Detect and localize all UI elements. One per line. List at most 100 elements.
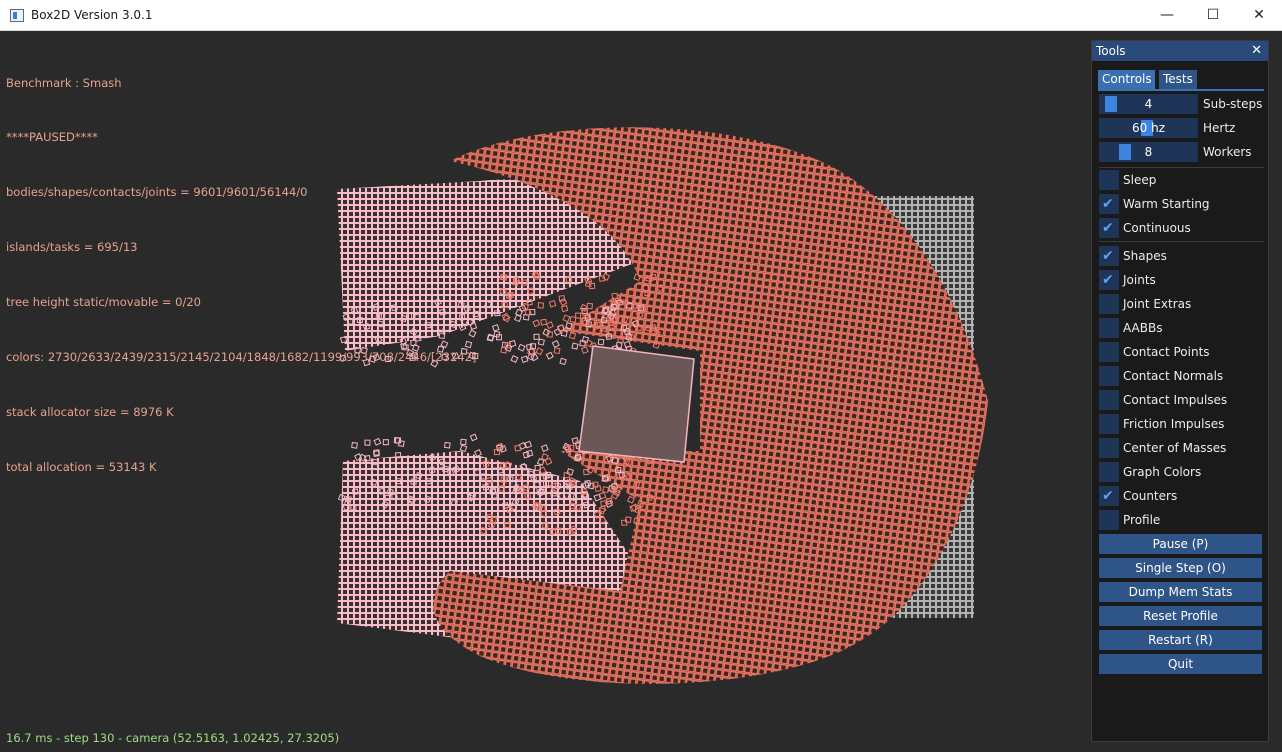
slider-value: 8: [1144, 145, 1153, 159]
debris-box: [630, 503, 639, 512]
debris-box: [559, 297, 568, 306]
checkbox-label: Friction Impulses: [1123, 417, 1225, 431]
checkbox-warm-starting[interactable]: ✔: [1099, 194, 1119, 214]
checkbox-label: Profile: [1123, 513, 1161, 527]
checkbox-friction-impulses[interactable]: [1099, 414, 1119, 434]
debris-box: [525, 449, 534, 457]
minimize-button[interactable]: —: [1144, 0, 1190, 31]
debris-box: [520, 355, 529, 364]
debris-box: [610, 491, 619, 500]
checkbox-label: Shapes: [1123, 249, 1167, 263]
separator: [1099, 241, 1264, 242]
stats-line: tree height static/movable = 0/20: [6, 295, 201, 310]
debris-box: [537, 302, 545, 309]
checkbox-label: AABBs: [1123, 321, 1163, 335]
debris-box: [521, 302, 530, 311]
checkbox-shapes[interactable]: ✔: [1099, 246, 1119, 266]
checkbox-joints[interactable]: ✔: [1099, 270, 1119, 290]
debris-box: [561, 304, 569, 313]
checkbox-center-of-masses[interactable]: [1099, 438, 1119, 458]
check-icon: ✔: [1102, 488, 1114, 504]
substeps-slider[interactable]: 4: [1099, 94, 1198, 114]
title-bar: Box2D Version 3.0.1 — ☐ ✕: [0, 0, 1282, 31]
debris-box: [586, 302, 594, 310]
debris-box: [598, 491, 607, 500]
debris-box: [524, 440, 533, 449]
hertz-slider[interactable]: 60 hz: [1099, 118, 1198, 138]
checkbox-label: Joints: [1123, 273, 1156, 287]
debris-box: [575, 312, 582, 319]
checkbox-label: Contact Impulses: [1123, 393, 1228, 407]
single-step-o-button[interactable]: Single Step (O): [1099, 558, 1262, 578]
debris-box: [597, 338, 605, 346]
debris-box: [486, 334, 494, 342]
tools-title: Tools: [1096, 44, 1126, 58]
debris-box: [491, 324, 500, 332]
stats-line: colors: 2730/2633/2439/2315/2145/2104/18…: [6, 350, 477, 365]
debris-box: [514, 444, 521, 452]
separator: [1099, 167, 1264, 168]
checkbox-profile[interactable]: [1099, 510, 1119, 530]
pause-p-button[interactable]: Pause (P): [1099, 534, 1262, 554]
restart-r-button[interactable]: Restart (R): [1099, 630, 1262, 650]
debris-box: [510, 355, 519, 363]
debris-box: [524, 308, 532, 317]
debris-box: [544, 457, 553, 466]
checkbox-joint-extras[interactable]: [1099, 294, 1119, 314]
debris-box: [583, 468, 590, 476]
simulation-viewport[interactable]: Benchmark : Smash ****PAUSED**** bodies/…: [0, 31, 1282, 752]
quit-button[interactable]: Quit: [1099, 654, 1262, 674]
checkbox-aabbs[interactable]: [1099, 318, 1119, 338]
debris-box: [542, 328, 551, 337]
debris-box: [536, 458, 545, 466]
stats-line: bodies/shapes/contacts/joints = 9601/960…: [6, 185, 308, 200]
close-window-button[interactable]: ✕: [1236, 0, 1282, 31]
close-icon[interactable]: ✕: [1251, 41, 1262, 61]
debris-box: [566, 468, 574, 476]
maximize-button[interactable]: ☐: [1190, 0, 1236, 31]
tools-header: Tools ✕: [1092, 41, 1268, 61]
reset-profile-button[interactable]: Reset Profile: [1099, 606, 1262, 626]
checkbox-graph-colors[interactable]: [1099, 462, 1119, 482]
debris-box: [532, 319, 541, 328]
debris-box: [626, 495, 635, 504]
checkbox-sleep[interactable]: [1099, 170, 1119, 190]
checkbox-label: Contact Normals: [1123, 369, 1224, 383]
debris-box: [517, 343, 526, 352]
tools-panel: Tools ✕ Controls Tests 4 Sub-steps 60 hz…: [1091, 40, 1269, 742]
app-icon: [10, 9, 24, 22]
debris-box: [537, 338, 545, 346]
checkbox-counters[interactable]: ✔: [1099, 486, 1119, 506]
debris-box: [584, 339, 593, 348]
debris-box: [594, 484, 602, 492]
workers-slider[interactable]: 8: [1099, 142, 1198, 162]
stats-line: total allocation = 53143 K: [6, 459, 157, 474]
debris-box: [545, 351, 554, 360]
tab-tests[interactable]: Tests: [1159, 70, 1197, 89]
checkbox-label: Warm Starting: [1123, 197, 1210, 211]
checkbox-label: Contact Points: [1123, 345, 1210, 359]
debris-box: [548, 299, 557, 308]
checkbox-label: Sleep: [1123, 173, 1157, 187]
debris-box: [496, 442, 504, 451]
debris-box: [621, 519, 628, 526]
slider-value: 4: [1144, 97, 1153, 111]
checkbox-contact-points[interactable]: [1099, 342, 1119, 362]
checkbox-contact-impulses[interactable]: [1099, 390, 1119, 410]
checkbox-contact-normals[interactable]: [1099, 366, 1119, 386]
checkbox-continuous[interactable]: ✔: [1099, 218, 1119, 238]
debris-box: [569, 316, 577, 323]
dump-mem-stats-button[interactable]: Dump Mem Stats: [1099, 582, 1262, 602]
checkbox-label: Continuous: [1123, 221, 1191, 235]
stats-line: Benchmark : Smash: [6, 75, 122, 90]
debris-box: [562, 314, 571, 323]
debris-box: [597, 506, 606, 515]
stats-line: ****PAUSED****: [6, 130, 98, 145]
tab-controls[interactable]: Controls: [1098, 70, 1155, 89]
debris-box: [535, 347, 544, 356]
frame-status: 16.7 ms - step 130 - camera (52.5163, 1.…: [6, 731, 340, 745]
debris-box: [545, 321, 554, 330]
debris-box: [580, 346, 589, 355]
checkbox-label: Counters: [1123, 489, 1178, 503]
debris-box: [568, 331, 577, 340]
